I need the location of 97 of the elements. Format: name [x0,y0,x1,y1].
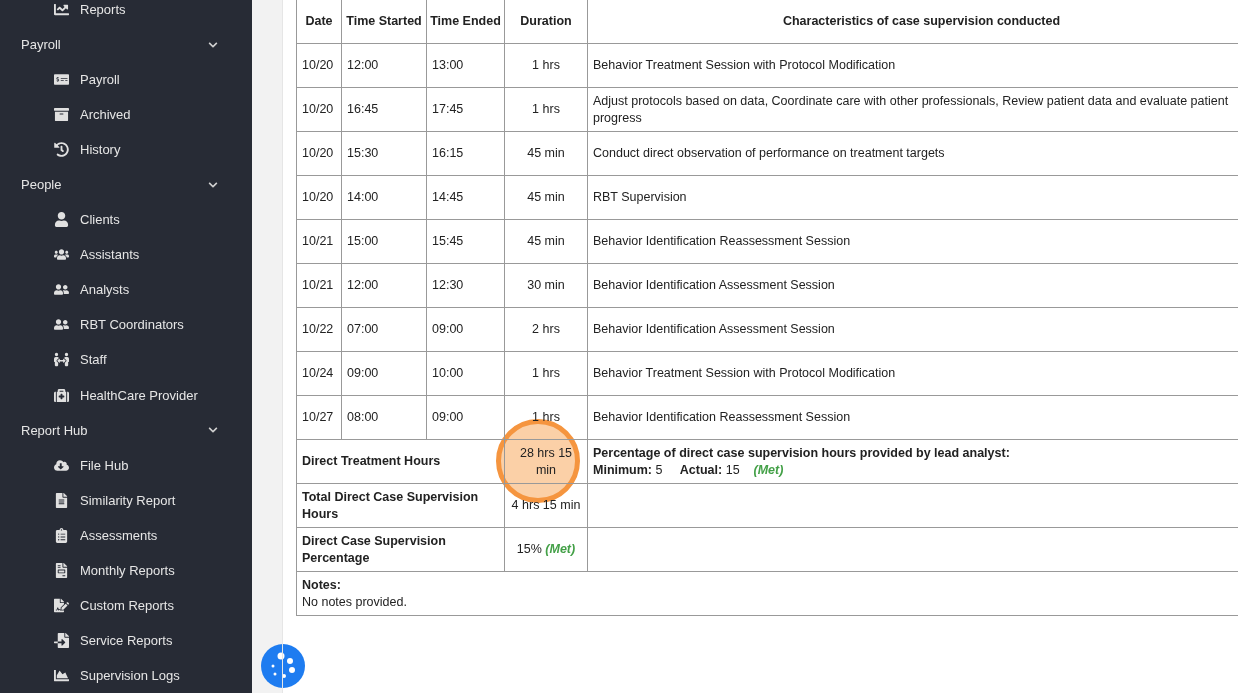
document-icon [53,632,69,648]
chevron-down-icon [208,179,218,190]
table-cell: 16:15 [426,131,505,176]
person-icon [53,212,69,228]
sidebar-item[interactable]: RBT Coordinators [0,307,252,343]
table-cell: 1 hrs [504,351,588,396]
table-cell: 10/22 [296,307,342,352]
sidebar-item[interactable]: Supervision Logs [0,657,252,693]
table-cell: 10/21 [296,263,342,308]
table-cell: 15:45 [426,219,505,264]
table-cell: 09:00 [341,351,427,396]
table-cell: 14:45 [426,175,505,220]
table-cell: 10:00 [426,351,505,396]
table-cell: 07:00 [341,307,427,352]
field-value: 15 [725,462,740,477]
table-cell: 30 min [504,263,588,308]
sidebar-item[interactable]: Analysts [0,272,252,308]
sidebar-item[interactable]: Archived [0,97,252,133]
cloud-icon [53,457,69,473]
field-label: Actual: [679,462,723,477]
status-text: (Met) [545,542,576,556]
sidebar-item[interactable]: Assessments [0,517,252,553]
table-cell: 09:00 [426,307,505,352]
notes-label: Notes: [302,576,342,594]
table-cell: 4 hrs 15 min [504,483,588,528]
money-icon [53,72,69,88]
table-cell: 16:45 [341,87,427,132]
table-cell: Total Direct Case Supervision Hours [296,483,505,528]
table-cell: 10/21 [296,219,342,264]
table-cell: 10/24 [296,351,342,396]
column-header: Date [296,0,342,44]
sidebar-item[interactable]: Clients [0,202,252,238]
medical-kit-icon [53,387,69,403]
value-text: 15% [516,542,542,556]
sidebar-item[interactable]: Monthly Reports [0,552,252,588]
table-cell: 1 hrs [504,43,588,88]
detail-title: Percentage of direct case supervision hours provided by lead analyst: [593,444,1011,462]
field-label: Minimum: [593,462,653,477]
sidebar-item[interactable]: Reports [0,0,252,28]
table-cell: Direct Treatment Hours [296,439,505,484]
table-cell: Direct Case Supervision Percentage [296,527,505,572]
table-cell: 09:00 [426,395,505,440]
table-cell: 1 hrs [504,87,588,132]
table-cell: 45 min [504,175,588,220]
column-header: Duration [504,0,588,44]
table-cell: 12:00 [341,263,427,308]
section-label: Payroll [21,37,61,53]
table-cell: 12:00 [341,43,427,88]
column-header: Time Started [341,0,427,44]
sidebar-item[interactable]: History [0,132,252,168]
clipboard-icon [53,527,69,543]
chart-icon [53,667,69,683]
table-cell: 15:30 [341,131,427,176]
sidebar-item[interactable]: File Hub [0,447,252,483]
table-cell: 12:30 [426,263,505,308]
field-value: 5 [655,462,663,477]
sidebar-item[interactable]: Similarity Report [0,482,252,518]
table-cell: 10/20 [296,43,342,88]
table-cell: 10/27 [296,395,342,440]
chevron-down-icon [208,39,218,50]
archive-box-icon [53,107,69,123]
table-cell: 10/20 [296,131,342,176]
sidebar-item[interactable]: Assistants [0,237,252,273]
sidebar-item[interactable]: Payroll [0,62,252,98]
sidebar-section[interactable]: Report Hub [0,412,252,448]
sidebar-item[interactable]: Custom Reports [0,587,252,623]
floating-action-button[interactable] [261,644,305,688]
notes-text: No notes provided. [302,593,408,611]
people-icon [53,352,69,368]
status-text: (Met) [753,462,784,477]
table-cell: 13:00 [426,43,505,88]
sidebar-item[interactable]: Staff [0,342,252,378]
table-cell: 08:00 [341,395,427,440]
chart-icon [53,2,69,17]
column-header: Time Ended [426,0,505,44]
table-cell: 15:00 [341,219,427,264]
people-icon [53,317,69,333]
table-cell: 10/20 [296,175,342,220]
table-cell: 45 min [504,131,588,176]
table-cell: 17:45 [426,87,505,132]
table-cell: 28 hrs 15 min [504,439,588,484]
history-icon [53,142,69,158]
document-icon [53,562,69,578]
people-icon [53,282,69,298]
table-cell: 2 hrs [504,307,588,352]
table-cell: 10/20 [296,87,342,132]
document-icon [53,597,69,613]
sidebar-section[interactable]: Payroll [0,27,252,63]
table-cell: 45 min [504,219,588,264]
sidebar-item[interactable]: HealthCare Provider [0,377,252,413]
table-cell: 14:00 [341,175,427,220]
sidebar-section[interactable]: People [0,167,252,203]
sidebar-item[interactable]: Service Reports [0,622,252,658]
document-icon [53,492,69,508]
section-label: People [21,177,62,193]
people-icon [53,247,69,263]
section-label: Report Hub [21,422,88,438]
